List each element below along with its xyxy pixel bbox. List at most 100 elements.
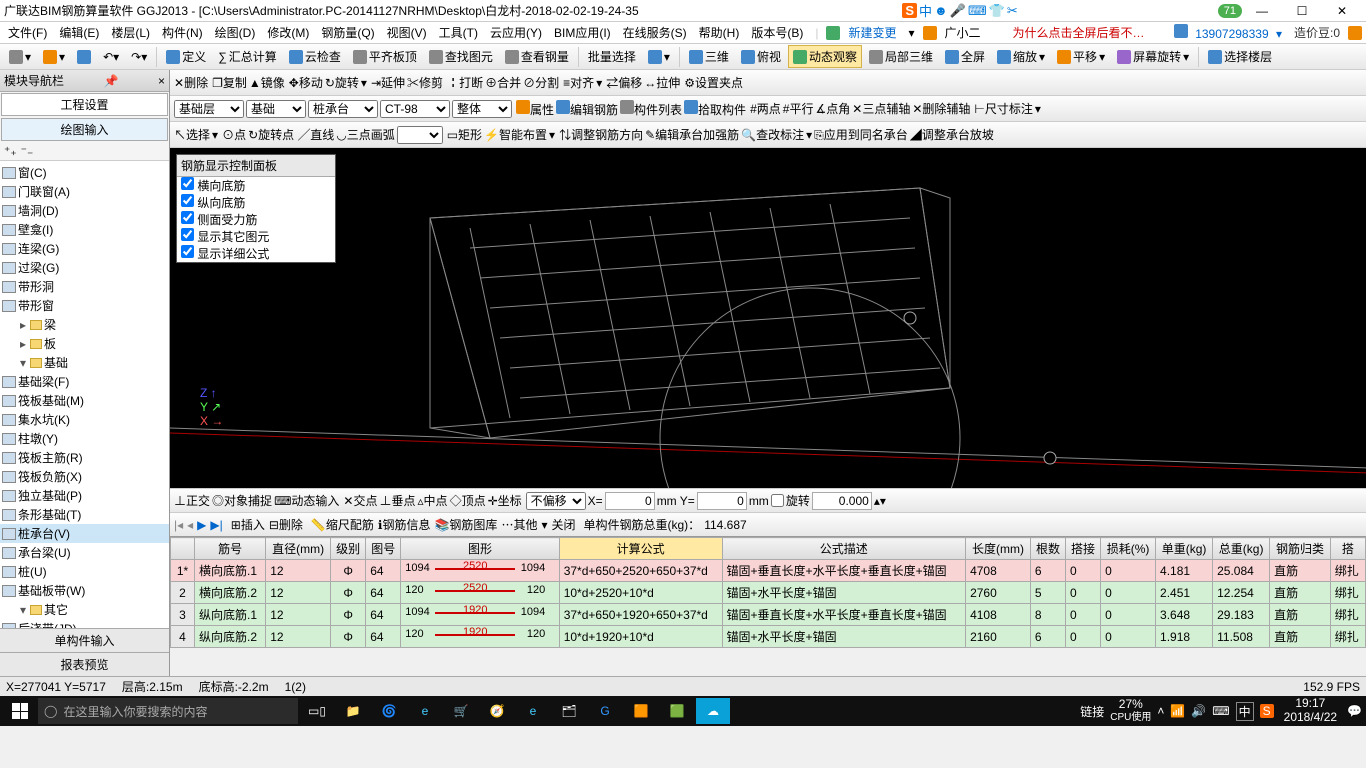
menu-item[interactable]: 云应用(Y) [486,22,546,43]
col-header[interactable]: 损耗(%) [1101,538,1156,560]
rebar-table-wrap[interactable]: 筋号直径(mm)级别图号图形计算公式公式描述长度(mm)根数搭接损耗(%)单重(… [170,536,1366,676]
merge-button[interactable]: ⊕合并 [485,74,521,91]
tree-node[interactable]: 独立基础(P) [0,486,169,505]
expand-icon[interactable]: ⁺₊ [4,144,17,158]
trim-button[interactable]: ✂修剪 [407,74,443,91]
tri-axis-button[interactable]: ✕三点辅轴 [852,100,910,117]
tray-vol-icon[interactable]: 🔊 [1191,704,1206,718]
sogou-tray-icon[interactable]: S [1260,704,1274,718]
ime-lang[interactable]: 中 [919,1,932,20]
tab-drawing-input[interactable]: 绘图输入 [1,118,168,141]
ime-icon[interactable]: ☻ [934,3,948,18]
zoom-button[interactable]: 缩放▾ [992,45,1050,68]
tb-icon[interactable]: e [408,698,442,724]
prop-button[interactable]: 属性 [516,100,554,118]
menu-item[interactable]: 构件(N) [158,22,207,43]
cloud-check-button[interactable]: 云检查 [284,45,346,68]
col-header[interactable]: 单重(kg) [1156,538,1213,560]
col-header[interactable]: 长度(mm) [966,538,1031,560]
smart-button[interactable]: ⚡智能布置 [484,126,547,143]
dim-button[interactable]: ⊢尺寸标注 [974,100,1032,117]
undo-button[interactable]: ↶▾ [98,47,124,67]
edit-rebar-button[interactable]: 编辑钢筋 [556,100,618,118]
floor-combo[interactable]: 基础层 [174,100,244,118]
ime-icon[interactable]: 👕 [989,3,1005,19]
menu-item[interactable]: 楼层(L) [107,22,154,43]
minimize-button[interactable]: — [1242,1,1282,21]
redo-button[interactable]: ↷▾ [126,47,152,67]
3d-viewport[interactable]: 钢筋显示控制面板 横向底筋 纵向底筋 侧面受力筋 显示其它图元 显示详细公式 [170,148,1366,488]
comp-list-button[interactable]: 构件列表 [620,100,682,118]
delete-row-button[interactable]: ⊟删除 [269,516,303,533]
ortho-button[interactable]: ⊥正交 [174,492,210,509]
col-header[interactable]: 直径(mm) [266,538,331,560]
coin-label[interactable]: 造价豆:0 [1290,22,1344,43]
type-combo[interactable]: 桩承台 [308,100,378,118]
start-button[interactable] [4,698,36,724]
tree-node[interactable]: ▾ 其它 [0,600,169,619]
tree-node[interactable]: 带形洞 [0,277,169,296]
component-tree[interactable]: 窗(C) 门联窗(A) 墙洞(D) 壁龛(I) 连梁(G) 过梁(G) 带形洞 … [0,160,169,628]
open-button[interactable]: ▾ [38,47,70,67]
tree-node[interactable]: 筏板基础(M) [0,391,169,410]
tab-single-input[interactable]: 单构件输入 [0,628,169,652]
lib-button[interactable]: 📚钢筋图库 [434,516,497,533]
arc-button[interactable]: ◡三点画弧 [336,126,395,143]
move-button[interactable]: ✥移动 [289,74,323,91]
tree-node[interactable]: 壁龛(I) [0,220,169,239]
table-row[interactable]: 1*横向底筋.112Φ6410942520109437*d+650+2520+6… [171,560,1366,582]
tray-link[interactable]: 链接 [1080,703,1104,720]
arc-combo[interactable] [397,126,443,144]
col-header[interactable]: 公式描述 [722,538,966,560]
tray-net-icon[interactable]: 📶 [1170,704,1185,718]
copy-button[interactable]: ❐复制 [212,74,247,91]
user-name[interactable]: 广小二 [941,22,985,43]
pick-button[interactable]: 拾取构件 [684,100,746,118]
menu-item[interactable]: 视图(V) [383,22,431,43]
notify-bubble[interactable]: 71 [1218,4,1242,18]
menu-item[interactable]: 帮助(H) [695,22,744,43]
ime-icon[interactable]: ✂ [1007,3,1018,19]
tree-node[interactable]: 筏板负筋(X) [0,467,169,486]
table-row[interactable]: 4纵向底筋.212Φ64120192012010*d+1920+10*d锚固+水… [171,626,1366,648]
menu-item[interactable]: 版本号(B) [747,22,807,43]
grip-button[interactable]: ⚙设置夹点 [684,74,743,91]
display-combo[interactable]: 整体 [452,100,512,118]
point-button[interactable]: ⊙点 [222,126,246,143]
tray-ime[interactable]: 中 [1236,702,1254,721]
coord-button[interactable]: ✛坐标 [488,492,522,509]
windows-taskbar[interactable]: ◯ 在这里输入你要搜索的内容 ▭▯ 📁 🌀 e 🛒 🧭 e 🗂 G 🟧 🟩 ☁ … [0,696,1366,726]
local-3d-button[interactable]: 局部三维 [864,45,938,68]
select-floor-button[interactable]: 选择楼层 [1203,45,1277,68]
col-header[interactable]: 总重(kg) [1213,538,1270,560]
del-axis-button[interactable]: ✕删除辅轴 [912,100,970,117]
tree-node[interactable]: 筏板主筋(R) [0,448,169,467]
close-rebar-button[interactable]: 关闭 [552,516,576,533]
dyn-input-button[interactable]: ⌨动态输入 [274,492,339,509]
col-header[interactable]: 钢筋归类 [1270,538,1331,560]
tree-node[interactable]: ▾ 基础 [0,353,169,372]
tb-icon[interactable]: 🗂 [552,698,586,724]
align-slab-button[interactable]: 平齐板顶 [348,45,422,68]
delete-button[interactable]: ✕删除 [174,74,208,91]
tb-icon[interactable]: 🛒 [444,698,478,724]
apply-same-button[interactable]: ⎘应用到同名承台 [814,126,908,143]
first-button[interactable]: |◂ [174,518,183,532]
two-point-button[interactable]: #两点 [750,100,781,117]
task-view-button[interactable]: ▭▯ [300,698,334,724]
angle-button[interactable]: ∡点角 [815,100,850,117]
table-row[interactable]: 3纵向底筋.112Φ6410941920109437*d+650+1920+65… [171,604,1366,626]
clock[interactable]: 19:172018/4/22 [1280,697,1341,725]
rotate-screen-button[interactable]: 屏幕旋转▾ [1112,45,1194,68]
batch-select-button[interactable]: 批量选择 [583,45,641,68]
mid-button[interactable]: ▵中点 [418,492,448,509]
split-button[interactable]: ⊘分割 [523,74,559,91]
y-input[interactable] [697,492,747,510]
rect-button[interactable]: ▭矩形 [447,126,482,143]
prev-button[interactable]: ◂ [187,518,193,532]
break-button[interactable]: ╏打断 [447,74,483,91]
offset-combo[interactable]: 不偏移 [526,492,586,510]
close-button[interactable]: ✕ [1322,1,1362,21]
align-button[interactable]: ≡对齐 [563,74,594,91]
notif-icon[interactable]: 💬 [1347,704,1362,718]
